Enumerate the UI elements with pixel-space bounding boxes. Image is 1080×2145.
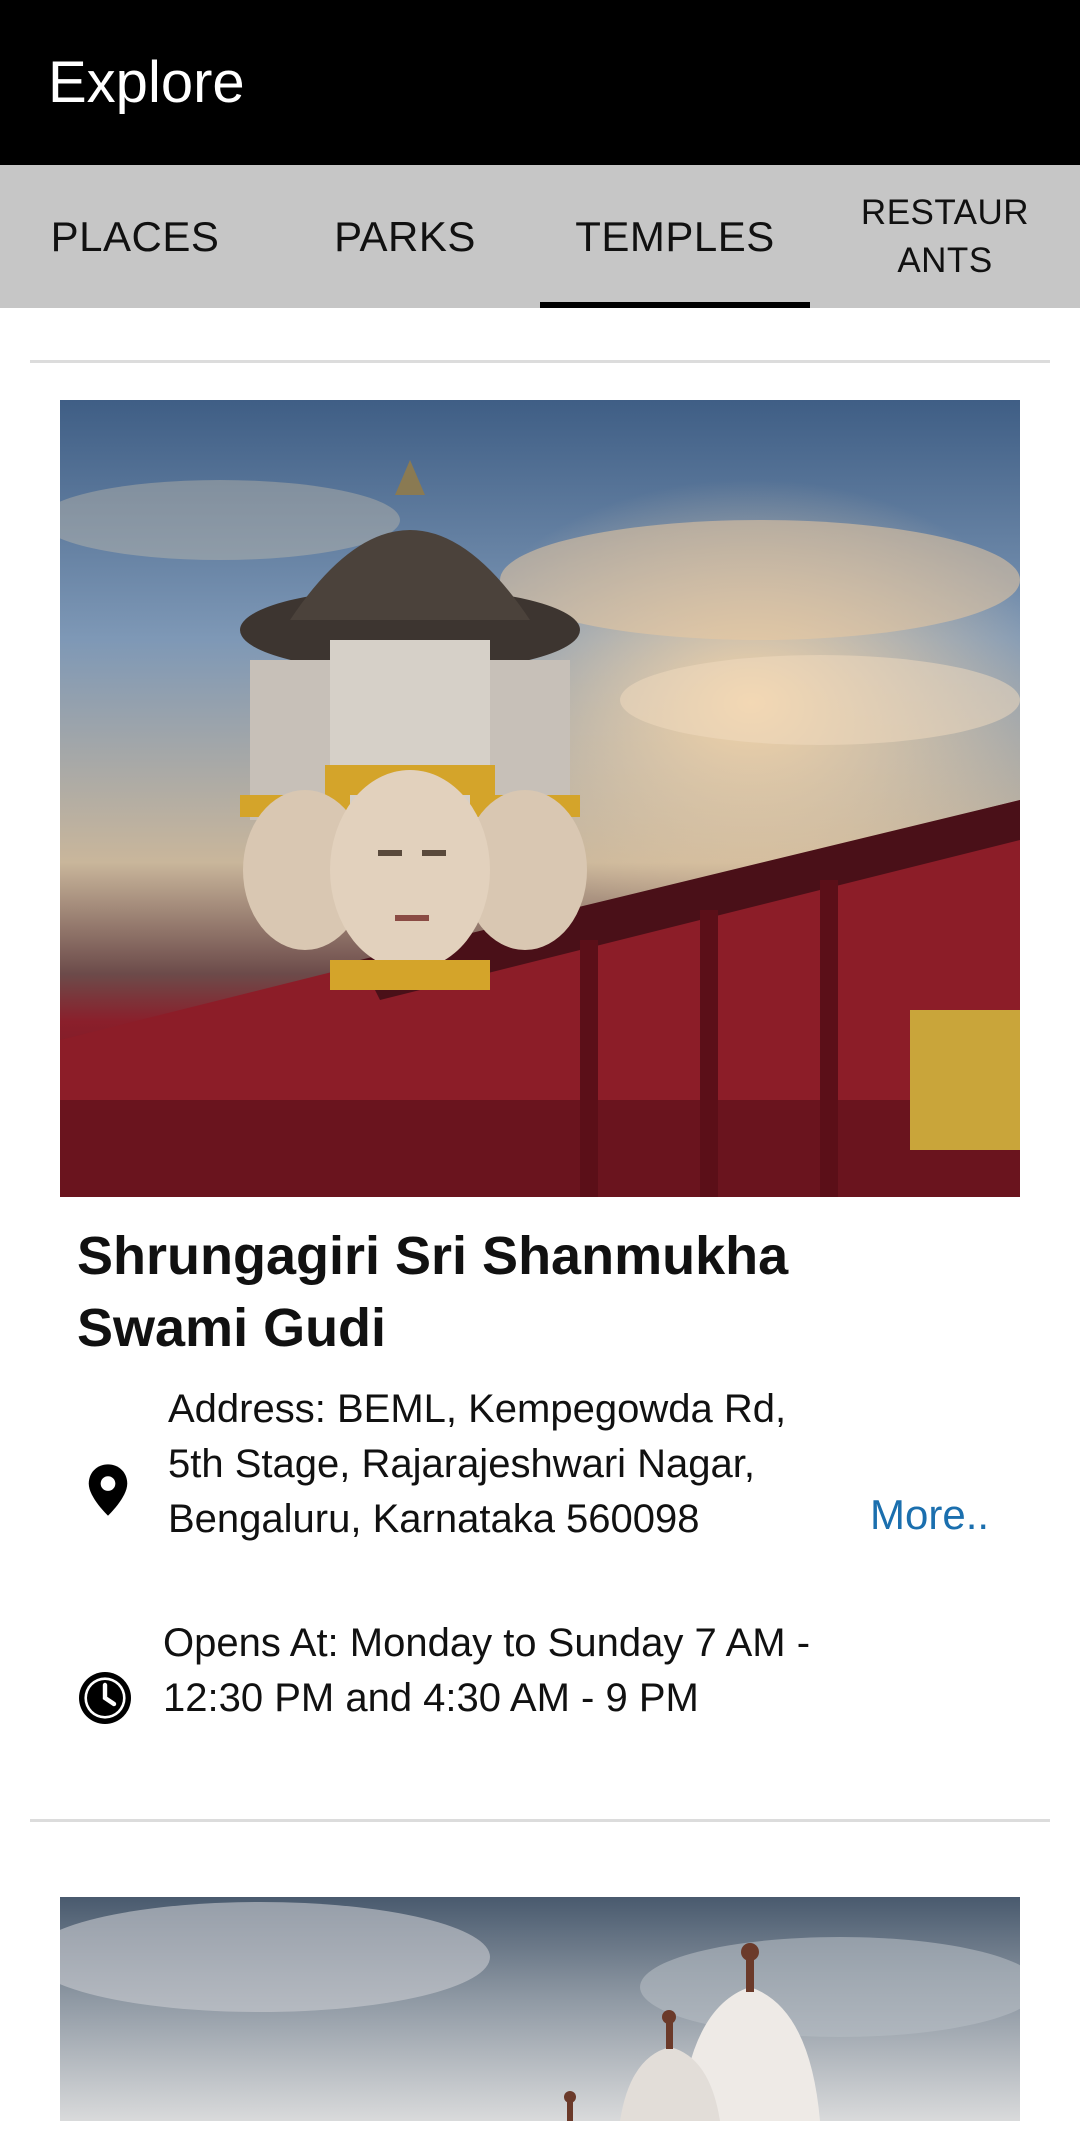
temple-title: Shrungagiri Sri Shanmukha Swami Gudi (77, 1226, 789, 1358)
app-bar: Explore (0, 0, 1080, 165)
tab-restaurants[interactable]: RESTAURANTS (810, 165, 1080, 308)
tab-parks[interactable]: PARKS (270, 165, 540, 308)
list-divider (30, 1819, 1050, 1822)
temple-photo[interactable] (60, 1897, 1020, 2121)
tab-label: TEMPLES (575, 212, 775, 260)
temple-illustration (60, 460, 1020, 1197)
more-link[interactable]: More.. (870, 1490, 989, 1540)
temple-illustration (60, 1902, 1020, 2121)
tab-label: PARKS (334, 212, 476, 260)
location-pin-icon (86, 1462, 130, 1523)
temple-photo[interactable] (60, 400, 1020, 1197)
list-divider (30, 360, 1050, 363)
clock-icon (77, 1670, 133, 1731)
tab-temples[interactable]: TEMPLES (540, 165, 810, 308)
page-title: Explore (48, 50, 245, 115)
tab-places[interactable]: PLACES (0, 165, 270, 308)
temple-address: Address: BEML, Kempegowda Rd, 5th Stage,… (168, 1387, 787, 1541)
tab-bar: PLACES PARKS TEMPLES RESTAURANTS (0, 165, 1080, 308)
tab-label: PLACES (50, 212, 220, 260)
temple-hours: Opens At: Monday to Sunday 7 AM - 12:30 … (163, 1621, 811, 1720)
tab-label: RESTAURANTS (860, 192, 1030, 280)
active-tab-indicator (540, 302, 810, 308)
